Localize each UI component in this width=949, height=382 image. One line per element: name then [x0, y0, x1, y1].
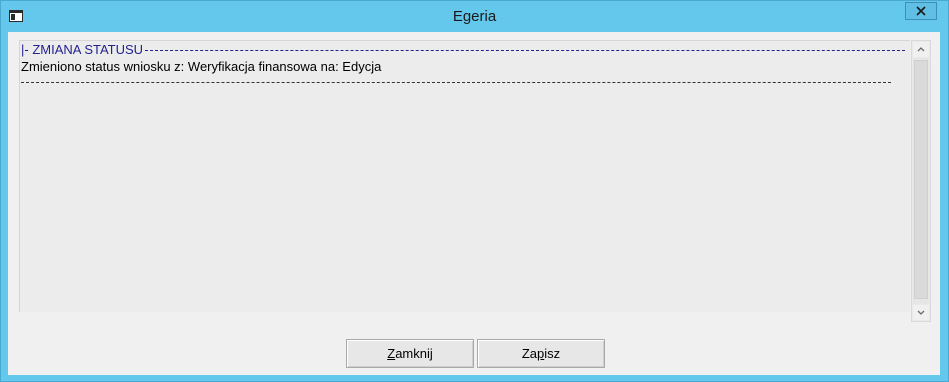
- memo-section-title: |- ZMIANA STATUSU: [21, 42, 144, 57]
- scroll-thumb[interactable]: [914, 60, 928, 299]
- save-button-label-rest: isz: [544, 346, 561, 361]
- save-button[interactable]: Zapisz: [477, 339, 605, 368]
- history-memo[interactable]: |- ZMIANA STATUSU Zmieniono status wnios…: [19, 40, 910, 312]
- close-button-mnemonic: Z: [387, 346, 396, 361]
- scroll-down-button[interactable]: [913, 305, 929, 320]
- window-title: Egeria: [452, 8, 497, 25]
- vertical-scrollbar[interactable]: [911, 40, 931, 322]
- chevron-down-icon: [917, 310, 925, 315]
- chevron-up-icon: [917, 47, 925, 52]
- scroll-up-button[interactable]: [913, 42, 929, 57]
- memo-section-header: |- ZMIANA STATUSU: [21, 42, 906, 57]
- dialog-window: Egeria |- ZMIANA STATUSU Zmieniono statu…: [0, 0, 949, 382]
- save-button-label-pre: Za: [521, 346, 538, 361]
- memo-status-line: Zmieniono status wniosku z: Weryfikacja …: [21, 59, 382, 74]
- title-bar[interactable]: Egeria: [1, 1, 948, 31]
- dialog-body: |- ZMIANA STATUSU Zmieniono status wnios…: [8, 32, 940, 375]
- close-icon: [916, 6, 926, 16]
- close-button[interactable]: Zamknij: [346, 339, 474, 368]
- close-window-button[interactable]: [905, 2, 937, 20]
- dashed-rule-bottom: [21, 82, 891, 83]
- dashed-rule: [145, 50, 906, 52]
- close-button-label: amknij: [395, 346, 433, 361]
